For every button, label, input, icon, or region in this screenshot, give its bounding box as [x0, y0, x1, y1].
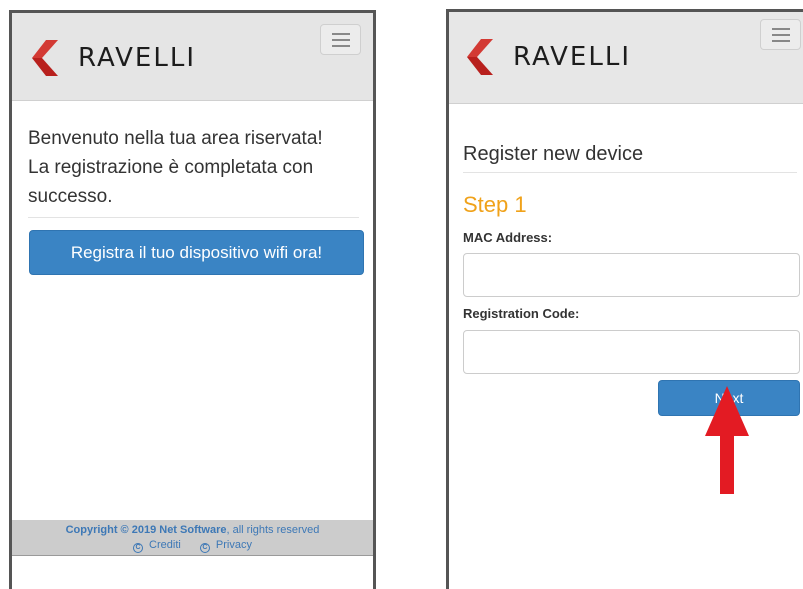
copyright-owner: Copyright © 2019 Net Software [65, 524, 227, 536]
register-device-button[interactable]: Registra il tuo dispositivo wifi ora! [29, 230, 364, 275]
mac-address-input[interactable] [463, 253, 800, 297]
app-header: RAVELLI [449, 12, 803, 104]
copyright-rights: , all rights reserved [226, 524, 320, 536]
privacy-link[interactable]: C Privacy [196, 539, 256, 553]
credits-label: Crediti [149, 539, 181, 551]
copyright-icon: C [199, 543, 210, 553]
hamburger-menu-icon[interactable] [320, 24, 361, 55]
app-header: RAVELLI [12, 13, 373, 101]
ravelli-logo-icon [467, 39, 493, 75]
credits-link[interactable]: C Crediti [129, 539, 185, 553]
brand-name: RAVELLI [78, 43, 196, 73]
phone-screen-welcome: RAVELLI Benvenuto nella tua area riserva… [9, 10, 376, 589]
brand-logo[interactable]: RAVELLI [463, 39, 631, 75]
brand-name: RAVELLI [513, 42, 631, 72]
welcome-message: Benvenuto nella tua area riservata! La r… [28, 124, 359, 218]
copyright-icon: C [133, 543, 144, 553]
registration-code-label: Registration Code: [463, 306, 580, 321]
welcome-line-2: La registrazione è completata con succes… [28, 157, 314, 207]
hamburger-menu-icon[interactable] [760, 19, 801, 50]
page-title: Register new device [463, 143, 797, 173]
brand-logo[interactable]: RAVELLI [28, 40, 196, 76]
step-title: Step 1 [463, 192, 527, 217]
footer: Copyright © 2019 Net Software, all right… [12, 520, 373, 556]
welcome-line-1: Benvenuto nella tua area riservata! [28, 128, 323, 149]
arrow-up-icon [705, 386, 749, 494]
ravelli-logo-icon [32, 40, 58, 76]
registration-code-input[interactable] [463, 330, 800, 374]
phone-screen-register: RAVELLI Register new device Step 1 MAC A… [446, 9, 803, 589]
privacy-label: Privacy [215, 539, 252, 551]
mac-address-label: MAC Address: [463, 230, 553, 245]
screenshot-stage: RAVELLI Benvenuto nella tua area riserva… [0, 0, 803, 589]
